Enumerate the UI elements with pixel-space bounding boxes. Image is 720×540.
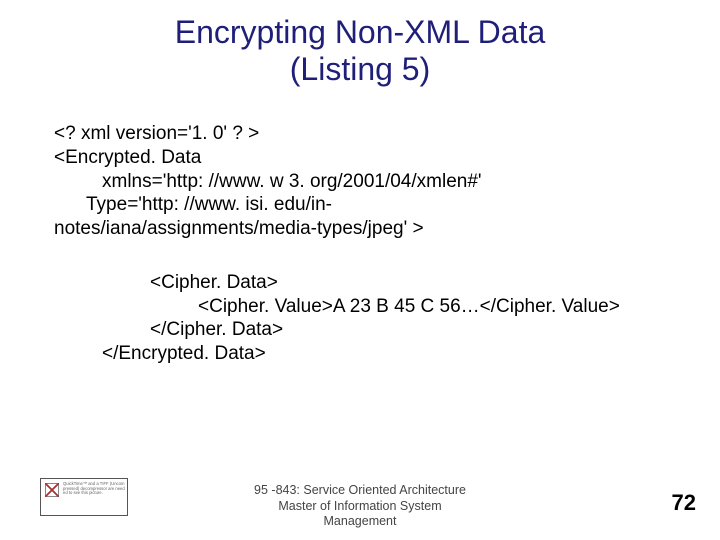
code-line: <Encrypted. Data <box>54 146 674 170</box>
footer-dept-2: Management <box>324 514 397 528</box>
slide: Encrypting Non-XML Data (Listing 5) <? x… <box>0 0 720 540</box>
title-line-2: (Listing 5) <box>290 51 431 87</box>
code-line: <Cipher. Data> <box>54 271 674 295</box>
code-line: <? xml version='1. 0' ? > <box>54 122 674 146</box>
page-number: 72 <box>672 490 696 516</box>
code-line: <Cipher. Value>A 23 B 45 C 56…</Cipher. … <box>54 295 674 319</box>
code-line: Type='http: //www. isi. edu/in- <box>54 193 674 217</box>
footer-dept-1: Master of Information System <box>278 499 441 513</box>
code-line: xmlns='http: //www. w 3. org/2001/04/xml… <box>54 170 674 194</box>
title-line-1: Encrypting Non-XML Data <box>175 14 546 50</box>
slide-body: <? xml version='1. 0' ? > <Encrypted. Da… <box>54 122 674 366</box>
code-line: </Encrypted. Data> <box>54 342 674 366</box>
footer: 95 -843: Service Oriented Architecture M… <box>0 483 720 530</box>
slide-title: Encrypting Non-XML Data (Listing 5) <box>0 0 720 88</box>
footer-course: 95 -843: Service Oriented Architecture <box>254 483 466 497</box>
code-line: </Cipher. Data> <box>54 318 674 342</box>
code-line: notes/iana/assignments/media-types/jpeg'… <box>54 217 674 241</box>
